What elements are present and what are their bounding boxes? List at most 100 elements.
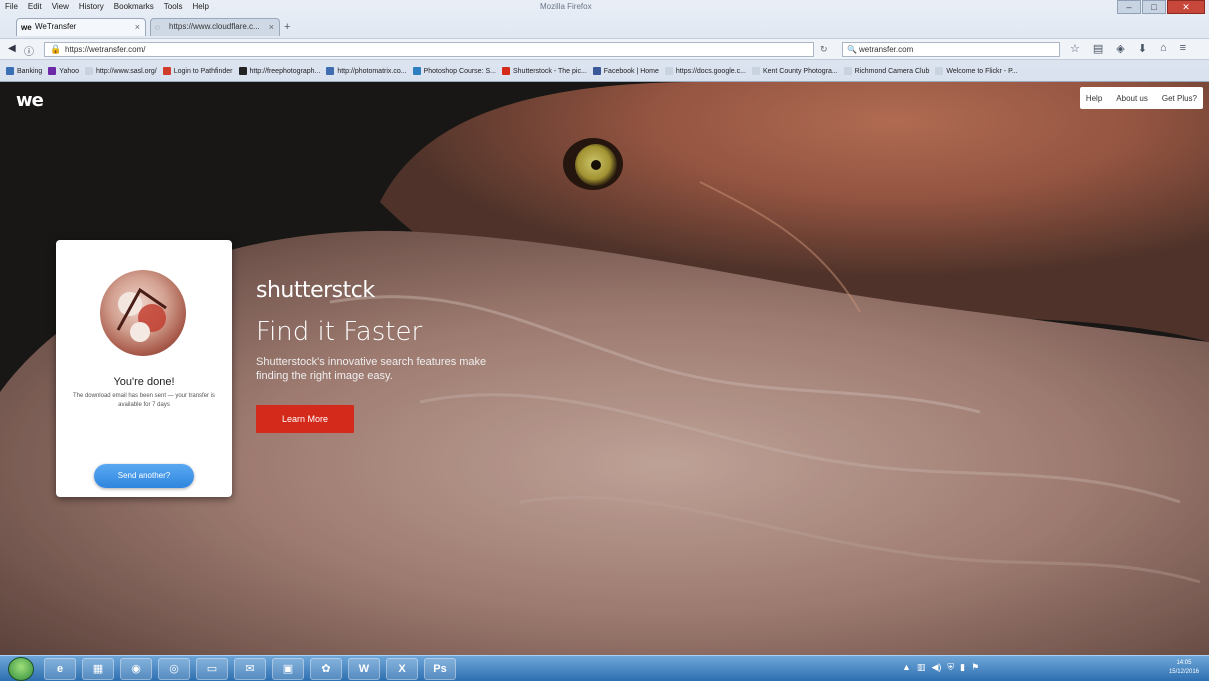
bookmark-label: https://docs.google.c... [675,67,746,75]
bookmarks-toolbar: Banking Yahoo http://www.sasl.org/ Login… [0,61,1209,81]
menu-bookmarks[interactable]: Bookmarks [113,2,155,14]
close-window-button[interactable]: ✕ [1167,0,1205,14]
bookmark-icon [326,67,335,75]
identity-icon[interactable]: ⓘ [24,43,34,58]
flag-icon[interactable]: ⚑ [971,662,979,673]
bookmark-icon [592,67,601,75]
illustration-graphic [116,287,167,342]
volume-icon[interactable]: ◀) [931,662,941,673]
get-plus-link[interactable]: Get Plus? [1162,94,1197,103]
firefox-icon[interactable]: ◉ [120,658,152,680]
maximize-button[interactable]: □ [1142,0,1166,14]
explorer-icon[interactable]: ▦ [82,658,114,680]
photos-icon[interactable]: ▣ [272,658,304,680]
address-bar[interactable]: 🔒 https://wetransfer.com/ [44,42,814,57]
system-clock[interactable]: 14:05 15/12/2016 [1169,659,1199,677]
learn-more-button[interactable]: Learn More [256,405,354,433]
globe-icon: ◌ [155,23,160,32]
transfer-complete-card: You're done! The download email has been… [56,240,232,497]
new-tab-button[interactable]: + [284,21,290,33]
bookmark-item[interactable]: Login to Pathfinder [162,67,233,75]
browser-window-chrome: File Edit View History Bookmarks Tools H… [0,0,1209,82]
bookmark-icon [162,67,171,75]
download-icon[interactable]: ⬇ [1138,42,1147,55]
search-icon: 🔍 [847,45,857,54]
clock-date: 15/12/2016 [1168,669,1199,675]
window-title: Mozilla Firefox [540,2,592,11]
menu-tools[interactable]: Tools [163,2,184,14]
reload-icon[interactable]: ↻ [820,44,828,55]
chrome-icon[interactable]: ◎ [158,658,190,680]
bookmark-item[interactable]: Richmond Camera Club [843,67,929,75]
bookmark-item[interactable]: http://www.sasl.org/ [85,67,157,75]
ad-body-text: Shutterstock's innovative search feature… [256,356,487,382]
toolbar-icons: ☆ ▤ ◈ ⬇ ⌂ ≡ [1070,42,1186,55]
tray-icon[interactable]: ▲ [902,662,911,673]
menu-help[interactable]: Help [191,2,209,14]
bookmark-item[interactable]: Banking [6,67,42,75]
bookmark-item[interactable]: Shutterstock - The pic... [501,67,587,75]
search-input[interactable]: 🔍 wetransfer.com [842,42,1060,57]
menu-icon[interactable]: ≡ [1180,42,1186,55]
paint-icon[interactable]: ✿ [310,658,342,680]
bookmark-icon [6,67,14,75]
menu-edit[interactable]: Edit [27,2,43,14]
home-icon[interactable]: ⌂ [1160,42,1167,55]
bookmark-label: Facebook | Home [603,67,659,75]
we-icon: we [21,23,32,32]
bookmark-item[interactable]: Yahoo [48,67,79,75]
bookmark-item[interactable]: Welcome to Flickr - P... [935,67,1018,75]
bookmark-icon [751,67,760,75]
pocket-icon[interactable]: ◈ [1116,42,1124,55]
bookmark-label: Kent County Photogra... [762,67,838,75]
outlook-icon[interactable]: ✉ [234,658,266,680]
star-icon[interactable]: ☆ [1070,42,1080,55]
bookmark-icon [412,67,421,75]
card-message: The download email has been sent — your … [72,393,216,408]
excel-icon[interactable]: X [386,658,418,680]
close-tab-icon[interactable]: × [135,19,140,35]
bookmark-label: http://freephotograph... [249,67,321,75]
search-value: wetransfer.com [859,45,914,54]
tab-cloudflare[interactable]: ◌ https://www.cloudflare.c... × [150,18,280,36]
bookmark-label: http://photomatrix.co... [337,67,407,75]
close-tab-icon[interactable]: × [269,19,274,35]
bookmarks-icon[interactable]: ▤ [1093,42,1103,55]
minimize-button[interactable]: – [1117,0,1141,14]
tab-wetransfer[interactable]: we WeTransfer × [16,18,146,36]
bookmark-item[interactable]: http://photomatrix.co... [326,67,407,75]
card-title: You're done! [113,376,175,388]
shutterstock-ad: shutterstck Find it Faster Shutterstock'… [256,278,516,433]
menu-bar: File Edit View History Bookmarks Tools H… [4,2,210,14]
bookmark-item[interactable]: https://docs.google.c... [664,67,746,75]
bookmark-item[interactable]: Kent County Photogra... [751,67,838,75]
battery-icon[interactable]: ▮ [960,662,965,673]
window-controls: – □ ✕ [1117,0,1205,14]
ie-icon[interactable]: e [44,658,76,680]
bookmark-label: http://www.sasl.org/ [96,67,157,75]
word-icon[interactable]: W [348,658,380,680]
bookmark-item[interactable]: Facebook | Home [592,67,659,75]
about-link[interactable]: About us [1116,94,1148,103]
bookmark-icon [48,67,57,75]
start-button[interactable] [8,657,34,681]
send-another-button[interactable]: Send another? [94,464,194,488]
bookmark-item[interactable]: http://freephotograph... [238,67,321,75]
bookmark-item[interactable]: Photoshop Course: S... [412,67,496,75]
menu-history[interactable]: History [78,2,105,14]
back-icon[interactable]: ◀ [8,43,16,54]
security-icon[interactable]: ⛨ [947,662,954,673]
help-link[interactable]: Help [1086,94,1102,103]
bookmark-label: Banking [17,67,43,75]
bookmark-label: Yahoo [59,67,80,75]
photoshop-icon[interactable]: Ps [424,658,456,680]
network-icon[interactable]: ▥ [917,662,926,673]
wetransfer-logo[interactable]: we [16,90,44,111]
folder-icon[interactable]: ▭ [196,658,228,680]
menu-file[interactable]: File [4,2,19,14]
bookmark-label: Shutterstock - The pic... [512,67,587,75]
bookmark-icon [664,67,673,75]
tab-label: WeTransfer [35,22,77,31]
menu-view[interactable]: View [51,2,70,14]
bookmark-icon [238,67,247,75]
